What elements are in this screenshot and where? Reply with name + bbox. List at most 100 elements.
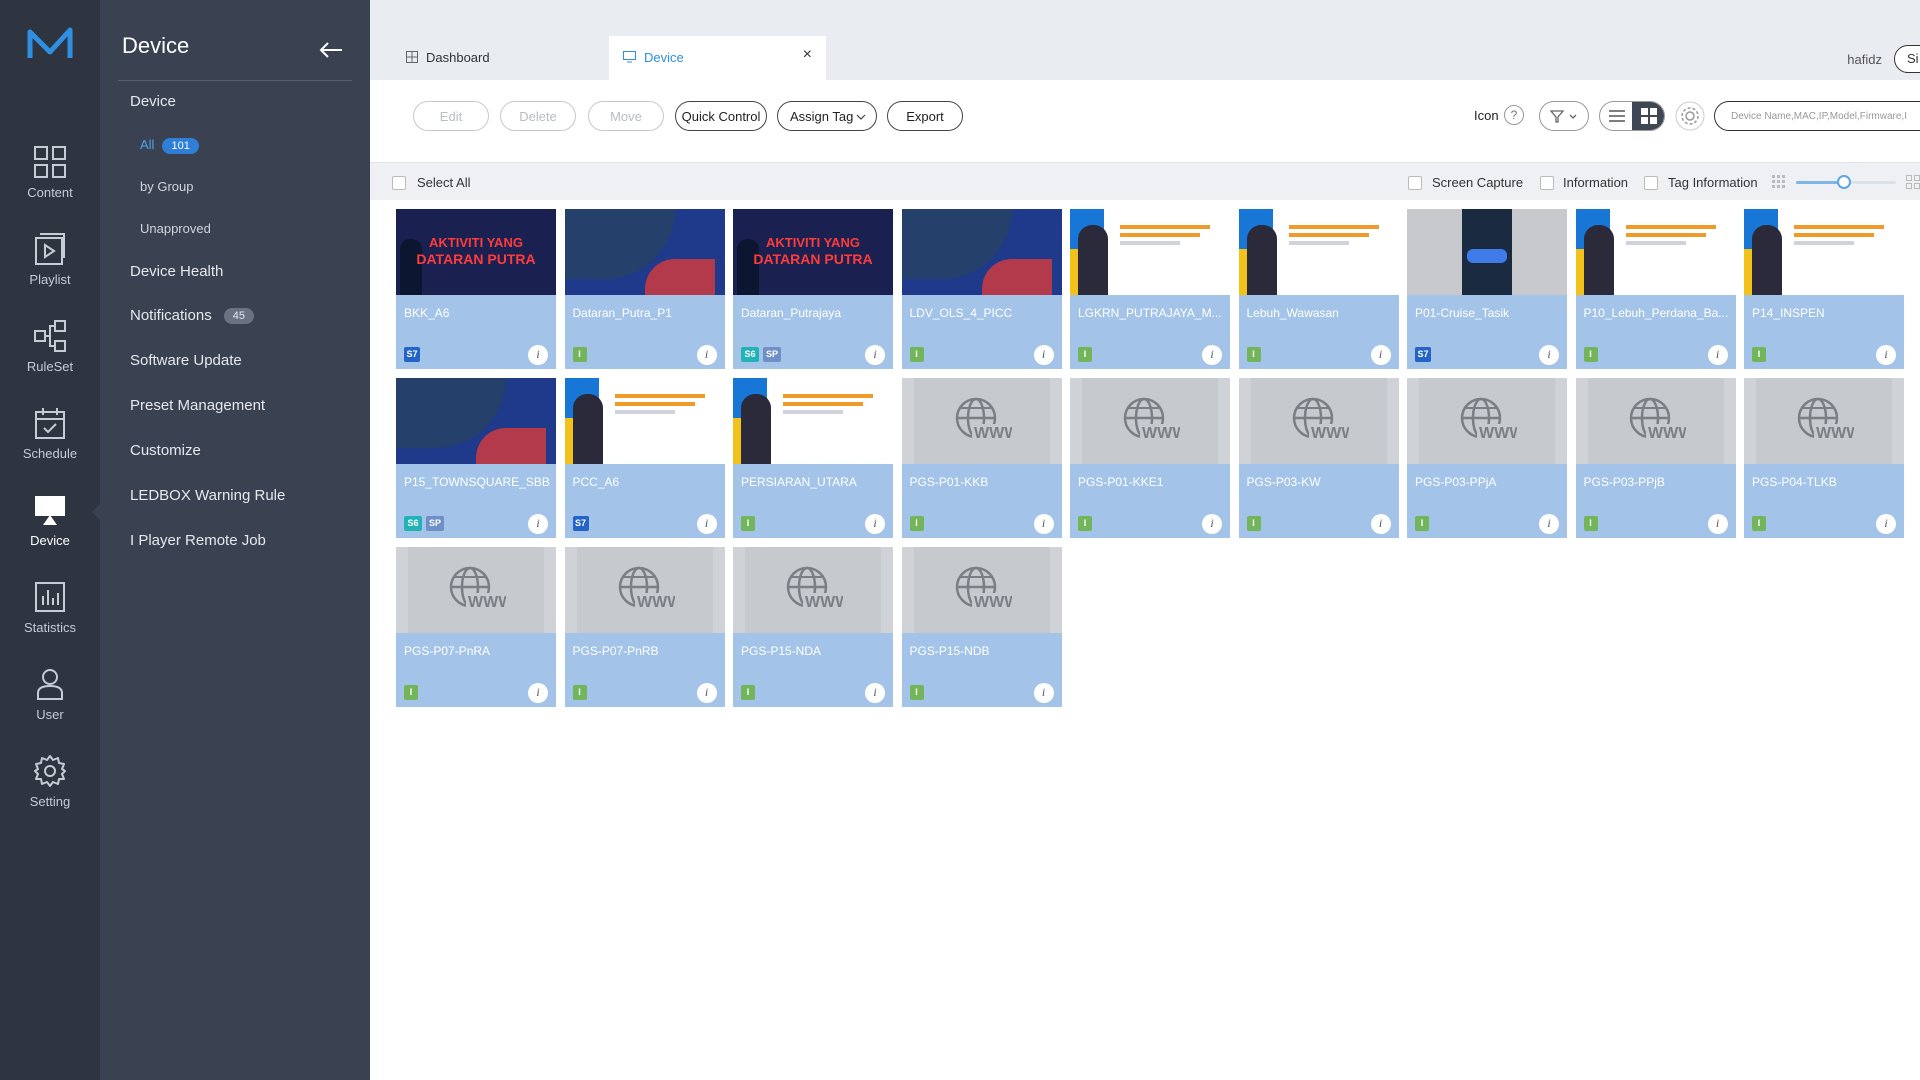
device-card[interactable]: Dataran_Putra_P1 Ii xyxy=(564,209,725,369)
device-type-badge: S6 xyxy=(404,516,422,531)
chevron-down-icon xyxy=(856,114,866,120)
device-card[interactable]: WWW PGS-P15-NDB Ii xyxy=(901,547,1062,707)
info-icon[interactable]: i xyxy=(1370,514,1391,534)
thumbnail-size-slider[interactable] xyxy=(1796,175,1896,189)
sidebar-item-software-update[interactable]: Software Update xyxy=(130,352,242,369)
sidebar-item-ledbox-warning-rule[interactable]: LEDBOX Warning Rule xyxy=(130,487,285,504)
device-search-input[interactable]: Device Name,MAC,IP,Model,Firmware,I xyxy=(1714,101,1920,131)
device-card[interactable]: WWW PGS-P03-PPjB Ii xyxy=(1575,378,1736,538)
device-screen-thumbnail xyxy=(564,209,725,295)
device-card[interactable]: WWW PGS-P04-TLKB Ii xyxy=(1744,378,1904,538)
sidebar-sub-by-group[interactable]: by Group xyxy=(140,179,193,194)
info-icon[interactable]: i xyxy=(865,514,885,534)
rail-item-user[interactable]: User xyxy=(0,667,100,747)
user-name[interactable]: hafidz xyxy=(1847,52,1882,67)
tag-information-checkbox[interactable] xyxy=(1644,176,1658,190)
info-icon[interactable]: i xyxy=(1707,514,1728,534)
device-card[interactable]: AKTIVITI YANG DATARAN PUTRA Dataran_Putraj… xyxy=(733,209,893,369)
info-icon[interactable]: i xyxy=(1539,514,1559,534)
rail-item-statistics[interactable]: Statistics xyxy=(0,580,100,660)
edit-button[interactable]: Edit xyxy=(413,101,489,131)
device-screen-thumbnail xyxy=(1744,209,1904,295)
settings-button[interactable] xyxy=(1675,101,1705,131)
device-card[interactable]: WWW PGS-P01-KKE1 Ii xyxy=(1070,378,1230,538)
help-icon[interactable]: ? xyxy=(1504,105,1524,125)
sidebar-sub-unapproved[interactable]: Unapproved xyxy=(140,221,211,236)
info-icon[interactable]: i xyxy=(1876,345,1896,365)
device-card[interactable]: P14_INSPEN Ii xyxy=(1744,209,1904,369)
sidebar-item-customize[interactable]: Customize xyxy=(130,442,201,459)
info-icon[interactable]: i xyxy=(696,683,717,703)
sidebar-item-device-health[interactable]: Device Health xyxy=(130,263,223,280)
info-icon[interactable]: i xyxy=(1033,683,1054,703)
info-icon[interactable]: i xyxy=(1033,514,1054,534)
close-icon[interactable]: × xyxy=(803,46,812,64)
device-type-badge: I xyxy=(404,685,418,700)
sidebar-item-player-remote-job[interactable]: I Player Remote Job xyxy=(130,532,266,549)
tab-device[interactable]: Device × xyxy=(609,36,826,80)
device-card[interactable]: PERSIARAN_UTARA Ii xyxy=(733,378,893,538)
device-name: P15_TOWNSQUARE_SBB xyxy=(404,475,550,489)
device-card[interactable]: LGKRN_PUTRAJAYA_M... Ii xyxy=(1070,209,1230,369)
info-icon[interactable]: i xyxy=(1876,514,1896,534)
info-icon[interactable]: i xyxy=(1370,345,1391,365)
device-card[interactable]: WWW PGS-P07-PnRA Ii xyxy=(396,547,556,707)
sidebar-item-device[interactable]: Device xyxy=(130,93,176,110)
grid-view-button[interactable] xyxy=(1632,102,1664,130)
device-card[interactable]: P15_TOWNSQUARE_SBB S6 SP i xyxy=(396,378,556,538)
large-grid-icon[interactable] xyxy=(1906,175,1920,189)
device-card[interactable]: WWW PGS-P07-PnRB Ii xyxy=(564,547,725,707)
info-icon[interactable]: i xyxy=(865,345,885,365)
device-card[interactable]: WWW PGS-P03-KW Ii xyxy=(1238,378,1399,538)
info-icon[interactable]: i xyxy=(696,345,717,365)
rail-item-content[interactable]: Content xyxy=(0,145,100,225)
tab-dashboard[interactable]: Dashboard xyxy=(406,36,606,80)
device-type-badge: I xyxy=(1583,516,1598,531)
slider-knob[interactable] xyxy=(1837,175,1851,189)
device-card[interactable]: WWW PGS-P01-KKB Ii xyxy=(901,378,1062,538)
export-button[interactable]: Export xyxy=(887,101,963,131)
quick-control-button[interactable]: Quick Control xyxy=(675,101,767,131)
info-icon[interactable]: i xyxy=(528,514,548,534)
delete-button[interactable]: Delete xyxy=(500,101,576,131)
device-card[interactable]: PCC_A6 S7 i xyxy=(564,378,725,538)
device-card[interactable]: AKTIVITI YANG DATARAN PUTRA BKK_A6 S7 i xyxy=(396,209,556,369)
select-all-checkbox[interactable] xyxy=(392,176,406,190)
device-card[interactable]: LDV_OLS_4_PICC Ii xyxy=(901,209,1062,369)
rail-item-schedule[interactable]: Schedule xyxy=(0,406,100,486)
sidebar-item-notifications[interactable]: Notifications 45 xyxy=(130,307,254,325)
move-button[interactable]: Move xyxy=(588,101,664,131)
device-card[interactable]: WWW PGS-P15-NDA Ii xyxy=(733,547,893,707)
info-icon[interactable]: i xyxy=(528,345,548,365)
info-icon[interactable]: i xyxy=(1033,345,1054,365)
rail-item-ruleset[interactable]: RuleSet xyxy=(0,319,100,399)
view-options-bar: Select All Screen Capture Information Ta… xyxy=(370,162,1920,200)
arrow-left-icon[interactable] xyxy=(318,40,344,60)
screen-capture-checkbox[interactable] xyxy=(1408,176,1422,190)
device-card[interactable]: P10_Lebuh_Perdana_Ba... Ii xyxy=(1575,209,1736,369)
sidebar-sub-all[interactable]: All 101 xyxy=(140,137,199,154)
info-icon[interactable]: i xyxy=(1539,345,1559,365)
information-checkbox[interactable] xyxy=(1540,176,1554,190)
device-card[interactable]: WWW PGS-P03-PPjA Ii xyxy=(1407,378,1567,538)
sidebar-item-preset-management[interactable]: Preset Management xyxy=(130,397,265,414)
info-icon[interactable]: i xyxy=(865,683,885,703)
rail-item-playlist[interactable]: Playlist xyxy=(0,232,100,312)
device-card[interactable]: P01-Cruise_Tasik S7 i xyxy=(1407,209,1567,369)
info-icon[interactable]: i xyxy=(696,514,717,534)
small-grid-icon[interactable] xyxy=(1772,175,1786,189)
information-label: Information xyxy=(1563,175,1629,190)
device-name: PERSIARAN_UTARA xyxy=(741,475,857,489)
list-view-button[interactable] xyxy=(1600,102,1632,130)
rail-item-setting[interactable]: Setting xyxy=(0,754,100,834)
info-icon[interactable]: i xyxy=(1202,345,1222,365)
info-icon[interactable]: i xyxy=(1202,514,1222,534)
filter-button[interactable] xyxy=(1539,101,1589,131)
rail-item-device[interactable]: Device xyxy=(0,493,100,573)
info-icon[interactable]: i xyxy=(528,683,548,703)
device-card[interactable]: Lebuh_Wawasan Ii xyxy=(1238,209,1399,369)
assign-tag-dropdown[interactable]: Assign Tag xyxy=(777,101,877,131)
device-name: PGS-P04-TLKB xyxy=(1752,475,1837,489)
info-icon[interactable]: i xyxy=(1707,345,1728,365)
sign-out-button[interactable]: Si xyxy=(1894,45,1920,73)
